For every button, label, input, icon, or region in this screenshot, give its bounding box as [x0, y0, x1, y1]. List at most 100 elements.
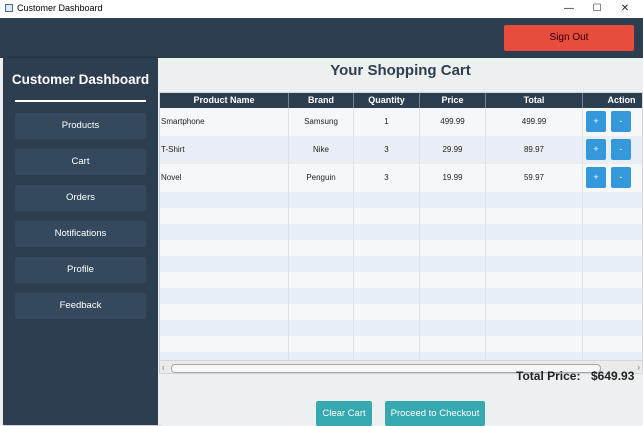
- clear-cart-button[interactable]: Clear Cart: [316, 401, 372, 426]
- empty-cell: [354, 272, 420, 288]
- cell-brand: Nike: [289, 136, 354, 164]
- column-header-quantity[interactable]: Quantity: [354, 93, 420, 108]
- cell-brand: Penguin: [289, 164, 354, 192]
- empty-cell: [420, 240, 486, 256]
- empty-cell: [486, 240, 583, 256]
- empty-table-row: [160, 336, 642, 352]
- scroll-right-icon[interactable]: ›: [637, 363, 640, 372]
- empty-cell: [486, 320, 583, 336]
- table-row[interactable]: Novel Penguin 3 19.99 59.97 + -: [160, 164, 642, 192]
- close-icon[interactable]: ✕: [603, 0, 643, 18]
- cell-price: 19.99: [420, 164, 486, 192]
- scroll-left-icon[interactable]: ‹: [162, 363, 165, 372]
- total-price-label: Total Price:: [516, 369, 581, 383]
- app-icon: [5, 4, 13, 12]
- table-header: Product Name Brand Quantity Price Total …: [160, 93, 642, 108]
- decrease-quantity-button[interactable]: -: [611, 111, 631, 132]
- proceed-to-checkout-button[interactable]: Proceed to Checkout: [385, 401, 485, 426]
- empty-cell: [583, 208, 642, 224]
- empty-table-row: [160, 224, 642, 240]
- cell-product-name: Novel: [160, 164, 289, 192]
- empty-cell: [160, 272, 289, 288]
- cart-table: Product Name Brand Quantity Price Total …: [159, 92, 643, 374]
- empty-cell: [354, 336, 420, 352]
- empty-cell: [160, 336, 289, 352]
- column-header-total[interactable]: Total: [486, 93, 583, 108]
- cell-quantity: 3: [354, 136, 420, 164]
- increase-quantity-button[interactable]: +: [586, 167, 606, 188]
- table-row[interactable]: T-Shirt Nike 3 29.99 89.97 + -: [160, 136, 642, 164]
- sidebar-item-cart[interactable]: Cart: [15, 149, 146, 175]
- empty-cell: [583, 288, 642, 304]
- empty-cell: [420, 320, 486, 336]
- empty-table-row: [160, 208, 642, 224]
- empty-cell: [354, 224, 420, 240]
- column-header-product-name[interactable]: Product Name: [160, 93, 289, 108]
- column-header-brand[interactable]: Brand: [289, 93, 354, 108]
- empty-cell: [583, 272, 642, 288]
- empty-table-row: [160, 304, 642, 320]
- total-price-value: $649.93: [591, 369, 635, 383]
- empty-table-row: [160, 256, 642, 272]
- empty-cell: [289, 240, 354, 256]
- empty-cell: [354, 208, 420, 224]
- empty-cell: [354, 288, 420, 304]
- empty-cell: [486, 192, 583, 208]
- empty-cell: [160, 320, 289, 336]
- empty-cell: [289, 208, 354, 224]
- cell-product-name: Smartphone: [160, 108, 289, 136]
- empty-cell: [289, 224, 354, 240]
- empty-cell: [289, 320, 354, 336]
- cell-total: 499.99: [486, 108, 583, 136]
- page-title: Your Shopping Cart: [330, 62, 471, 79]
- sidebar-divider: [15, 100, 146, 102]
- empty-cell: [486, 224, 583, 240]
- empty-cell: [160, 224, 289, 240]
- empty-cell: [583, 256, 642, 272]
- sidebar-title: Customer Dashboard: [11, 72, 150, 87]
- sign-out-button[interactable]: Sign Out: [504, 25, 634, 51]
- empty-cell: [583, 240, 642, 256]
- empty-cell: [160, 192, 289, 208]
- increase-quantity-button[interactable]: +: [586, 139, 606, 160]
- table-row[interactable]: Smartphone Samsung 1 499.99 499.99 + -: [160, 108, 642, 136]
- sidebar-item-feedback[interactable]: Feedback: [15, 293, 146, 319]
- empty-cell: [486, 304, 583, 320]
- empty-cell: [420, 208, 486, 224]
- sidebar-item-notifications[interactable]: Notifications: [15, 221, 146, 247]
- cell-total: 89.97: [486, 136, 583, 164]
- empty-cell: [420, 272, 486, 288]
- empty-cell: [420, 256, 486, 272]
- empty-cell: [583, 320, 642, 336]
- cell-total: 59.97: [486, 164, 583, 192]
- decrease-quantity-button[interactable]: -: [611, 139, 631, 160]
- empty-cell: [289, 256, 354, 272]
- column-header-action[interactable]: Action: [583, 93, 642, 108]
- sidebar-item-profile[interactable]: Profile: [15, 257, 146, 283]
- empty-cell: [420, 288, 486, 304]
- empty-cell: [583, 336, 642, 352]
- empty-cell: [354, 256, 420, 272]
- decrease-quantity-button[interactable]: -: [611, 167, 631, 188]
- empty-table-row: [160, 288, 642, 304]
- empty-cell: [354, 240, 420, 256]
- empty-cell: [583, 224, 642, 240]
- increase-quantity-button[interactable]: +: [586, 111, 606, 132]
- empty-cell: [354, 192, 420, 208]
- empty-cell: [289, 192, 354, 208]
- sidebar-item-orders[interactable]: Orders: [15, 185, 146, 211]
- main-content: Your Shopping Cart Product Name Brand Qu…: [158, 58, 643, 426]
- top-bar: Sign Out: [0, 18, 643, 58]
- empty-cell: [160, 304, 289, 320]
- empty-cell: [289, 336, 354, 352]
- empty-cell: [420, 304, 486, 320]
- empty-cell: [289, 304, 354, 320]
- empty-cell: [354, 304, 420, 320]
- column-header-price[interactable]: Price: [420, 93, 486, 108]
- window-titlebar: Customer Dashboard — ☐ ✕: [0, 0, 643, 18]
- cell-brand: Samsung: [289, 108, 354, 136]
- empty-cell: [289, 272, 354, 288]
- sidebar-item-products[interactable]: Products: [15, 113, 146, 139]
- empty-table-row: [160, 272, 642, 288]
- cell-price: 499.99: [420, 108, 486, 136]
